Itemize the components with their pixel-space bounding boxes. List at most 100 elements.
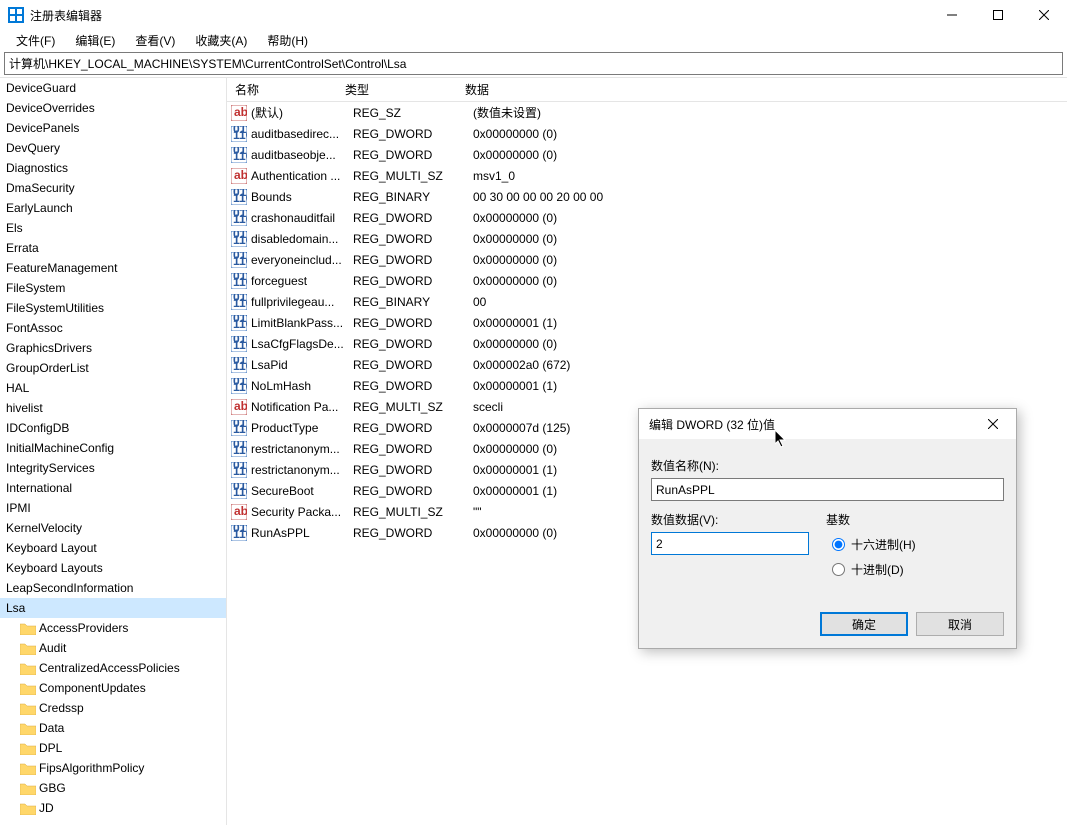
- radio-dec-label: 十进制(D): [851, 561, 904, 578]
- address-bar[interactable]: 计算机\HKEY_LOCAL_MACHINE\SYSTEM\CurrentCon…: [4, 52, 1063, 75]
- tree-item-label: Keyboard Layout: [6, 541, 97, 555]
- tree-item-idconfigdb[interactable]: IDConfigDB: [0, 418, 226, 438]
- tree-item-fontassoc[interactable]: FontAssoc: [0, 318, 226, 338]
- radio-hex-input[interactable]: [832, 538, 845, 551]
- value-data: 0x00000000 (0): [473, 211, 1067, 225]
- dialog-close-button[interactable]: [978, 409, 1008, 439]
- tree-item-deviceguard[interactable]: DeviceGuard: [0, 78, 226, 98]
- tree-item-international[interactable]: International: [0, 478, 226, 498]
- tree-item-devicepanels[interactable]: DevicePanels: [0, 118, 226, 138]
- cancel-button[interactable]: 取消: [916, 612, 1004, 636]
- radio-dec[interactable]: 十进制(D): [832, 561, 1004, 578]
- tree-item-lsa[interactable]: Lsa: [0, 598, 226, 618]
- tree-item-ipmi[interactable]: IPMI: [0, 498, 226, 518]
- tree-item-deviceoverrides[interactable]: DeviceOverrides: [0, 98, 226, 118]
- radio-dec-input[interactable]: [832, 563, 845, 576]
- tree-item-label: JD: [39, 801, 54, 815]
- dialog-titlebar[interactable]: 编辑 DWORD (32 位)值: [639, 409, 1016, 439]
- list-row[interactable]: auditbaseobje...REG_DWORD0x00000000 (0): [227, 144, 1067, 165]
- list-row[interactable]: BoundsREG_BINARY00 30 00 00 00 20 00 00: [227, 186, 1067, 207]
- menu-favorites[interactable]: 收藏夹(A): [185, 30, 257, 51]
- tree-item-label: DPL: [39, 741, 62, 755]
- tree-item-earlylaunch[interactable]: EarlyLaunch: [0, 198, 226, 218]
- tree-item-kernelvelocity[interactable]: KernelVelocity: [0, 518, 226, 538]
- tree-item-filesystem[interactable]: FileSystem: [0, 278, 226, 298]
- value-name: forceguest: [251, 274, 353, 288]
- tree-item-dpl[interactable]: DPL: [0, 738, 226, 758]
- tree-item-grouporderlist[interactable]: GroupOrderList: [0, 358, 226, 378]
- tree-item-credssp[interactable]: Credssp: [0, 698, 226, 718]
- list-row[interactable]: LsaPidREG_DWORD0x000002a0 (672): [227, 354, 1067, 375]
- value-type: REG_DWORD: [353, 148, 473, 162]
- tree-item-fipsalgorithmpolicy[interactable]: FipsAlgorithmPolicy: [0, 758, 226, 778]
- tree-item-label: Errata: [6, 241, 39, 255]
- tree-item-keyboard-layout[interactable]: Keyboard Layout: [0, 538, 226, 558]
- list-row[interactable]: LimitBlankPass...REG_DWORD0x00000001 (1): [227, 312, 1067, 333]
- maximize-button[interactable]: [975, 0, 1021, 30]
- tree-item-label: Lsa: [6, 601, 25, 615]
- tree-item-gbg[interactable]: GBG: [0, 778, 226, 798]
- list-row[interactable]: forceguestREG_DWORD0x00000000 (0): [227, 270, 1067, 291]
- ok-button[interactable]: 确定: [820, 612, 908, 636]
- value-type: REG_DWORD: [353, 379, 473, 393]
- menu-help[interactable]: 帮助(H): [257, 30, 318, 51]
- list-row[interactable]: (默认)REG_SZ(数值未设置): [227, 102, 1067, 123]
- tree-item-filesystemutilities[interactable]: FileSystemUtilities: [0, 298, 226, 318]
- list-row[interactable]: crashonauditfailREG_DWORD0x00000000 (0): [227, 207, 1067, 228]
- tree-item-hivelist[interactable]: hivelist: [0, 398, 226, 418]
- close-button[interactable]: [1021, 0, 1067, 30]
- tree-item-hal[interactable]: HAL: [0, 378, 226, 398]
- tree-item-jd[interactable]: JD: [0, 798, 226, 818]
- list-row[interactable]: disabledomain...REG_DWORD0x00000000 (0): [227, 228, 1067, 249]
- string-value-icon: [231, 168, 247, 184]
- list-row[interactable]: LsaCfgFlagsDe...REG_DWORD0x00000000 (0): [227, 333, 1067, 354]
- value-name: crashonauditfail: [251, 211, 353, 225]
- tree-item-initialmachineconfig[interactable]: InitialMachineConfig: [0, 438, 226, 458]
- radio-hex-label: 十六进制(H): [851, 536, 916, 553]
- tree-item-accessproviders[interactable]: AccessProviders: [0, 618, 226, 638]
- list-row[interactable]: fullprivilegeau...REG_BINARY00: [227, 291, 1067, 312]
- tree-item-dmasecurity[interactable]: DmaSecurity: [0, 178, 226, 198]
- tree-item-featuremanagement[interactable]: FeatureManagement: [0, 258, 226, 278]
- value-name-input[interactable]: [651, 478, 1004, 501]
- menu-view[interactable]: 查看(V): [125, 30, 185, 51]
- menu-file[interactable]: 文件(F): [6, 30, 65, 51]
- tree-item-label: LeapSecondInformation: [6, 581, 133, 595]
- value-data: 0x00000001 (1): [473, 316, 1067, 330]
- col-type[interactable]: 类型: [337, 81, 457, 98]
- menu-edit[interactable]: 编辑(E): [65, 30, 125, 51]
- tree-item-devquery[interactable]: DevQuery: [0, 138, 226, 158]
- binary-value-icon: [231, 336, 247, 352]
- tree-item-diagnostics[interactable]: Diagnostics: [0, 158, 226, 178]
- folder-icon: [20, 622, 36, 635]
- col-name[interactable]: 名称: [227, 81, 337, 98]
- list-row[interactable]: everyoneinclud...REG_DWORD0x00000000 (0): [227, 249, 1067, 270]
- value-data: 0x00000000 (0): [473, 253, 1067, 267]
- binary-value-icon: [231, 420, 247, 436]
- tree-panel[interactable]: DeviceGuardDeviceOverridesDevicePanelsDe…: [0, 78, 227, 825]
- tree-item-centralizedaccesspolicies[interactable]: CentralizedAccessPolicies: [0, 658, 226, 678]
- value-name: (默认): [251, 104, 353, 121]
- tree-item-integrityservices[interactable]: IntegrityServices: [0, 458, 226, 478]
- value-data: msv1_0: [473, 169, 1067, 183]
- tree-item-els[interactable]: Els: [0, 218, 226, 238]
- tree-item-keyboard-layouts[interactable]: Keyboard Layouts: [0, 558, 226, 578]
- tree-item-leapsecondinformation[interactable]: LeapSecondInformation: [0, 578, 226, 598]
- list-row[interactable]: NoLmHashREG_DWORD0x00000001 (1): [227, 375, 1067, 396]
- col-data[interactable]: 数据: [457, 81, 1067, 98]
- tree-item-label: Diagnostics: [6, 161, 68, 175]
- tree-item-data[interactable]: Data: [0, 718, 226, 738]
- tree-item-graphicsdrivers[interactable]: GraphicsDrivers: [0, 338, 226, 358]
- value-data-input[interactable]: [651, 532, 809, 555]
- list-row[interactable]: Authentication ...REG_MULTI_SZmsv1_0: [227, 165, 1067, 186]
- tree-item-errata[interactable]: Errata: [0, 238, 226, 258]
- tree-item-audit[interactable]: Audit: [0, 638, 226, 658]
- address-text[interactable]: 计算机\HKEY_LOCAL_MACHINE\SYSTEM\CurrentCon…: [9, 55, 1058, 72]
- radio-hex[interactable]: 十六进制(H): [832, 536, 1004, 553]
- minimize-button[interactable]: [929, 0, 975, 30]
- value-type: REG_BINARY: [353, 190, 473, 204]
- tree-item-componentupdates[interactable]: ComponentUpdates: [0, 678, 226, 698]
- value-name: fullprivilegeau...: [251, 295, 353, 309]
- tree-item-label: GroupOrderList: [6, 361, 89, 375]
- list-row[interactable]: auditbasedirec...REG_DWORD0x00000000 (0): [227, 123, 1067, 144]
